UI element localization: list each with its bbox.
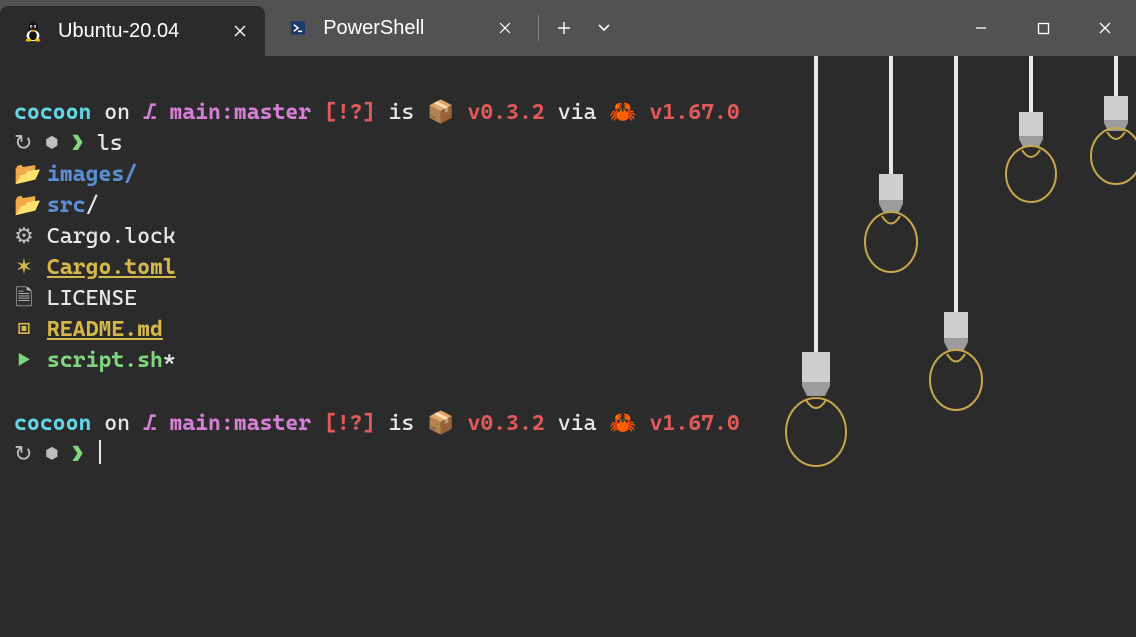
powershell-icon (287, 17, 309, 39)
ls-output: 📂 images/ 📂 src/ ⚙ Cargo.lock ✶ Cargo.to… (14, 162, 176, 373)
prompt-dir: cocoon (14, 100, 91, 125)
divider (538, 15, 539, 41)
file-icon: ▣ (14, 314, 34, 345)
file-name: README.md (47, 317, 163, 342)
file-name: Cargo.toml (47, 255, 176, 280)
file-name: images (47, 162, 124, 187)
shell-icon: ⬢ (45, 131, 58, 156)
close-icon[interactable] (233, 24, 247, 38)
window-controls (950, 0, 1136, 56)
file-icon: ▶ (14, 345, 34, 376)
git-branch-icon: ⎇ (143, 100, 157, 125)
file-name: Cargo.lock (47, 224, 176, 249)
prompt-line-3: cocoon on ⎇ main:master [!?] is 📦 v0.3.2… (14, 411, 740, 436)
rust-icon: 🦀 (609, 99, 636, 124)
tab-powershell[interactable]: PowerShell (265, 0, 530, 56)
prompt-line-4: ↻ ⬢ ❯ (14, 442, 101, 467)
file-name: LICENSE (47, 286, 137, 311)
git-branch: main:master (169, 100, 311, 125)
prompt-line-1: cocoon on ⎇ main:master [!?] is 📦 v0.3.2… (14, 100, 740, 125)
file-icon: 📂 (14, 159, 34, 190)
package-version: v0.3.2 (467, 100, 544, 125)
tab-label: PowerShell (323, 17, 424, 40)
tab-label: Ubuntu-20.04 (58, 20, 179, 43)
os-icon: ↻ (14, 131, 32, 156)
git-status: [!?] (324, 100, 376, 125)
file-suffix: / (86, 193, 99, 218)
titlebar-spacer (621, 0, 950, 56)
file-name: script.sh (47, 348, 163, 373)
cursor (99, 440, 101, 464)
titlebar: Ubuntu-20.04 PowerShell (0, 0, 1136, 56)
file-suffix: / (124, 162, 137, 187)
file-icon: ✶ (14, 252, 34, 283)
prompt-caret: ❯ (71, 131, 84, 156)
tab-dropdown-button[interactable] (587, 0, 621, 56)
tab-ubuntu[interactable]: Ubuntu-20.04 (0, 6, 265, 56)
close-icon[interactable] (498, 21, 512, 35)
file-icon: ⚙ (14, 221, 34, 252)
file-name: src (47, 193, 86, 218)
file-icon: 📂 (14, 190, 34, 221)
maximize-button[interactable] (1012, 0, 1074, 56)
file-suffix: * (163, 348, 176, 373)
command-text: ls (97, 131, 123, 156)
rust-version: v1.67.0 (650, 100, 740, 125)
file-icon: 🗎 (14, 283, 34, 314)
window-close-button[interactable] (1074, 0, 1136, 56)
terminal-output[interactable]: cocoon on ⎇ main:master [!?] is 📦 v0.3.2… (0, 56, 1136, 484)
tux-icon (22, 20, 44, 42)
new-tab-button[interactable] (541, 0, 587, 56)
minimize-button[interactable] (950, 0, 1012, 56)
package-icon: 📦 (427, 99, 454, 124)
prompt-line-2: ↻ ⬢ ❯ ls (14, 131, 123, 156)
